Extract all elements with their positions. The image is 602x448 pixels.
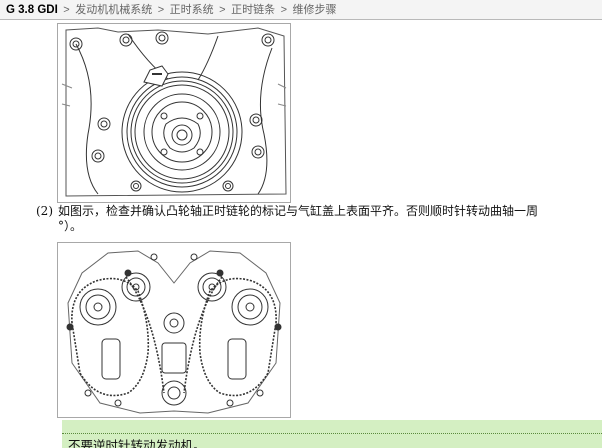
step-number: (2) xyxy=(36,204,53,218)
document-page: G 3.8 GDI > 发动机机械系统 > 正时系统 > 正时链条 > 维修步骤 xyxy=(0,0,602,448)
caution-note-text: 不要逆时针转动发动机。 xyxy=(68,438,206,448)
breadcrumb-item-timing-chain[interactable]: 正时链条 xyxy=(231,3,275,16)
breadcrumb-model: G 3.8 GDI xyxy=(6,4,58,16)
caution-note: 不要逆时针转动发动机。 xyxy=(62,420,602,448)
breadcrumb-separator: > xyxy=(157,4,165,16)
breadcrumb-separator: > xyxy=(280,4,288,16)
step-2-text: (2) 如图示，检查并确认凸轮轴正时链轮的标记与气缸盖上表面平齐。否则顺时针转动曲… xyxy=(36,204,602,234)
step-text-line-2: °）。 xyxy=(58,219,83,233)
breadcrumb-item-engine-mechanical[interactable]: 发动机机械系统 xyxy=(75,3,152,16)
timing-chain-illustration xyxy=(57,242,291,418)
breadcrumb-separator: > xyxy=(219,4,226,16)
step-text-line-1: 如图示，检查并确认凸轮轴正时链轮的标记与气缸盖上表面平齐。否则顺时针转动曲轴一周 xyxy=(58,204,539,218)
breadcrumb-separator: > xyxy=(63,4,70,16)
note-divider xyxy=(62,433,602,434)
breadcrumb: G 3.8 GDI > 发动机机械系统 > 正时系统 > 正时链条 > 维修步骤 xyxy=(0,0,602,20)
crankshaft-pulley-illustration xyxy=(57,23,291,203)
breadcrumb-item-timing-system[interactable]: 正时系统 xyxy=(170,3,214,16)
breadcrumb-item-repair-procedure: 维修步骤 xyxy=(292,3,337,16)
